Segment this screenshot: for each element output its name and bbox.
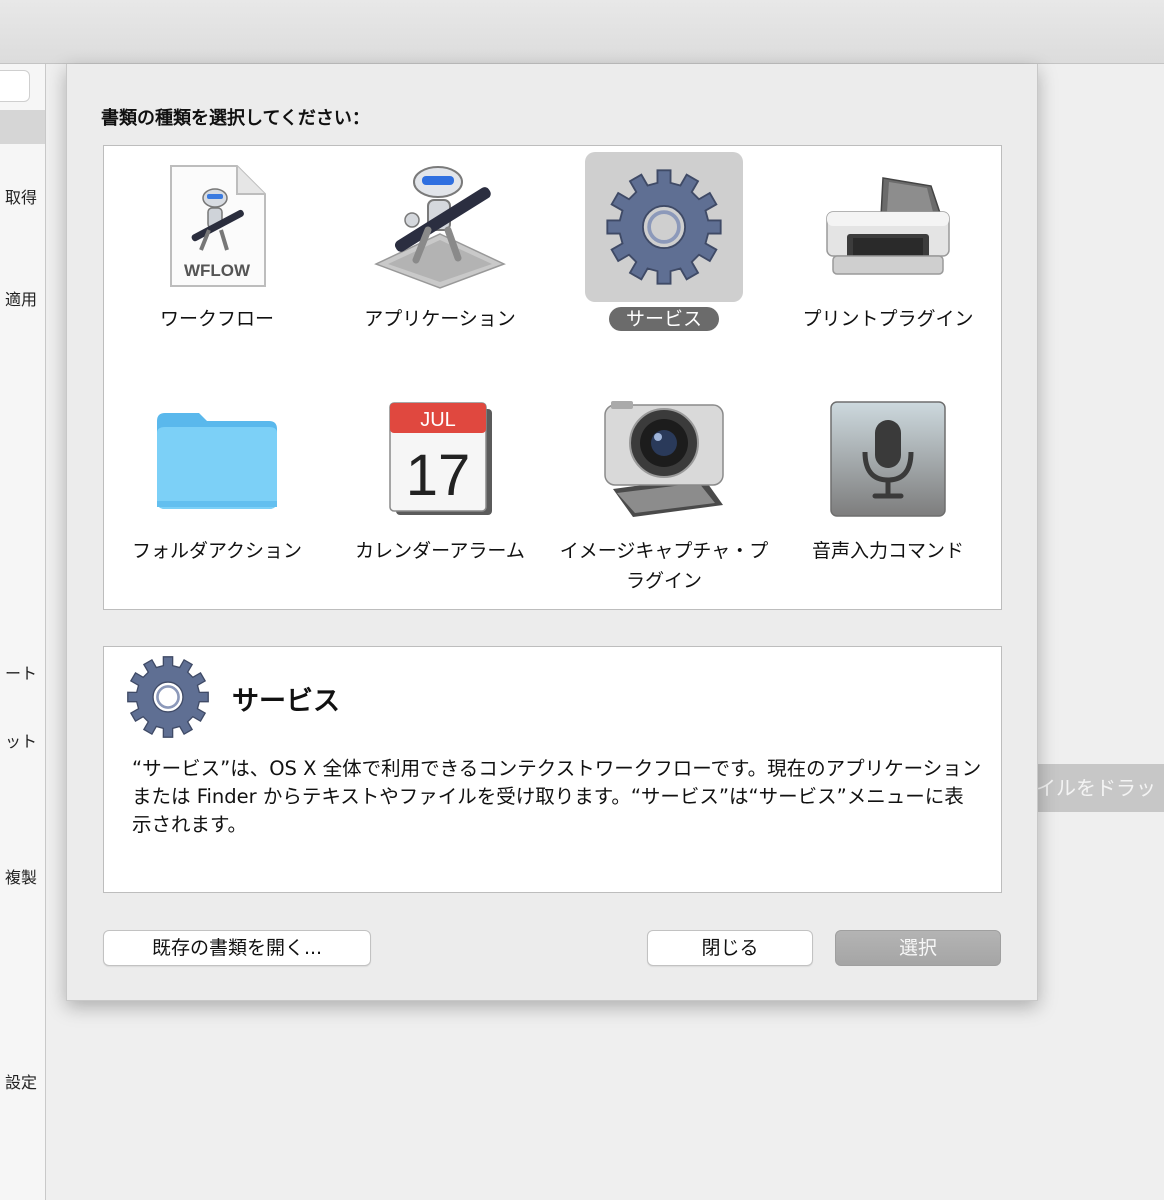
selected-highlight bbox=[585, 152, 743, 302]
type-label: カレンダーアラーム bbox=[355, 540, 525, 562]
sidebar-item[interactable]: 設定 bbox=[5, 1069, 37, 1093]
type-service[interactable]: サービス bbox=[552, 146, 776, 366]
type-calendar-alarm[interactable]: JUL 17 カレンダーアラーム bbox=[328, 378, 552, 598]
document-type-dialog: 書類の種類を選択してください： WFLOW ワークフロー アプリケーション サー… bbox=[66, 64, 1038, 1001]
type-description-panel: サービス “サービス”は、OS X 全体で利用できるコンテクストワークフローです… bbox=[103, 646, 1002, 893]
svg-text:WFLOW: WFLOW bbox=[184, 261, 251, 280]
document-type-grid: WFLOW ワークフロー アプリケーション サービス プリントプラグイン フォル… bbox=[103, 145, 1002, 610]
printer-icon bbox=[826, 177, 950, 275]
type-folder-action[interactable]: フォルダアクション bbox=[105, 378, 329, 598]
drop-hint: イルをドラッ bbox=[1036, 764, 1164, 812]
sidebar-item[interactable]: 適用 bbox=[5, 286, 37, 310]
description-title: サービス bbox=[232, 686, 340, 717]
sidebar-item[interactable]: 取得 bbox=[5, 184, 37, 208]
window-titlebar bbox=[0, 0, 1164, 64]
type-label: ワークフロー bbox=[159, 308, 274, 330]
choose-button[interactable]: 選択 bbox=[835, 930, 1001, 966]
type-application[interactable]: アプリケーション bbox=[328, 146, 552, 366]
type-print-plugin[interactable]: プリントプラグイン bbox=[776, 146, 1000, 366]
description-text: “サービス”は、OS X 全体で利用できるコンテクストワークフローです。現在のア… bbox=[132, 757, 982, 836]
type-label: 音声入力コマンド bbox=[811, 540, 964, 562]
microphone-icon bbox=[830, 401, 946, 517]
calendar-icon: JUL 17 bbox=[389, 402, 492, 515]
type-label: アプリケーション bbox=[364, 308, 516, 330]
sidebar-item[interactable]: ット bbox=[5, 728, 37, 752]
automator-robot-icon bbox=[374, 166, 506, 289]
gear-icon bbox=[127, 656, 209, 738]
workflow-icon: WFLOW bbox=[170, 165, 266, 287]
sidebar-item[interactable]: 複製 bbox=[5, 864, 37, 888]
svg-text:JUL: JUL bbox=[420, 409, 456, 431]
camera-icon bbox=[604, 401, 724, 517]
type-label: イメージキャプチャ・プラグイン bbox=[559, 540, 769, 592]
type-label: プリントプラグイン bbox=[802, 308, 974, 330]
type-label: フォルダアクション bbox=[131, 540, 303, 562]
search-field[interactable] bbox=[0, 70, 30, 102]
type-dictation-command[interactable]: 音声入力コマンド bbox=[776, 378, 1000, 598]
dialog-prompt: 書類の種類を選択してください： bbox=[101, 108, 370, 129]
type-label: サービス bbox=[552, 304, 776, 334]
library-sidebar: 取得 適用 ート ット 複製 設定 bbox=[0, 64, 46, 1200]
sidebar-selected-row[interactable] bbox=[0, 110, 45, 144]
close-button[interactable]: 閉じる bbox=[647, 930, 813, 966]
folder-icon bbox=[157, 413, 277, 509]
svg-text:17: 17 bbox=[406, 443, 471, 508]
gear-icon bbox=[606, 169, 722, 285]
sidebar-item[interactable]: ート bbox=[5, 660, 37, 684]
type-workflow[interactable]: WFLOW ワークフロー bbox=[105, 146, 329, 366]
type-image-capture-plugin[interactable]: イメージキャプチャ・プラグイン bbox=[552, 378, 776, 598]
open-existing-button[interactable]: 既存の書類を開く... bbox=[103, 930, 371, 966]
